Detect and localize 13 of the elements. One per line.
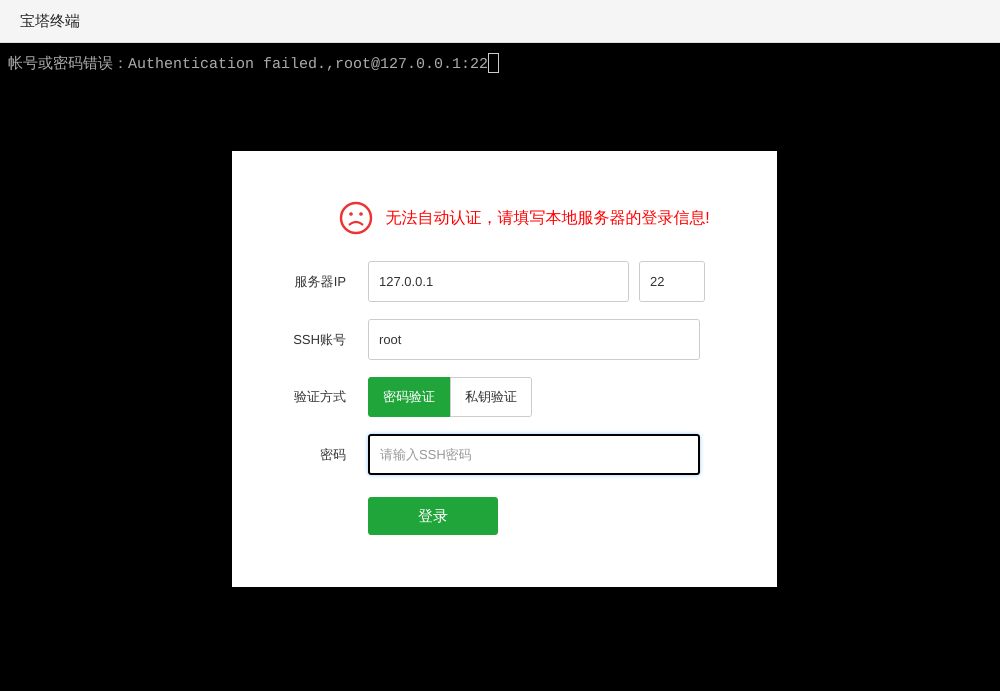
terminal-line: 帐号或密码错误：Authentication failed.,root@127.0.0.1:22 [8, 54, 488, 72]
ip-field[interactable]: 127.0.0.1 [368, 261, 629, 302]
field-label: 验证方式 [293, 388, 346, 406]
window-title: 宝塔终端 [20, 12, 80, 30]
port-field[interactable]: 22 [639, 261, 705, 302]
field-label: 服务器IP [294, 272, 346, 290]
account-field[interactable]: root [368, 319, 700, 360]
field-label: 密码 [319, 446, 346, 464]
password-field[interactable]: 请输入SSH密码 [368, 434, 700, 475]
auth-method-tab[interactable]: 私钥验证 [450, 377, 532, 417]
sad-face-icon [339, 201, 374, 235]
field-label: SSH账号 [292, 330, 346, 348]
error-message: 无法自动认证，请填写本地服务器的登录信息! [385, 208, 710, 228]
